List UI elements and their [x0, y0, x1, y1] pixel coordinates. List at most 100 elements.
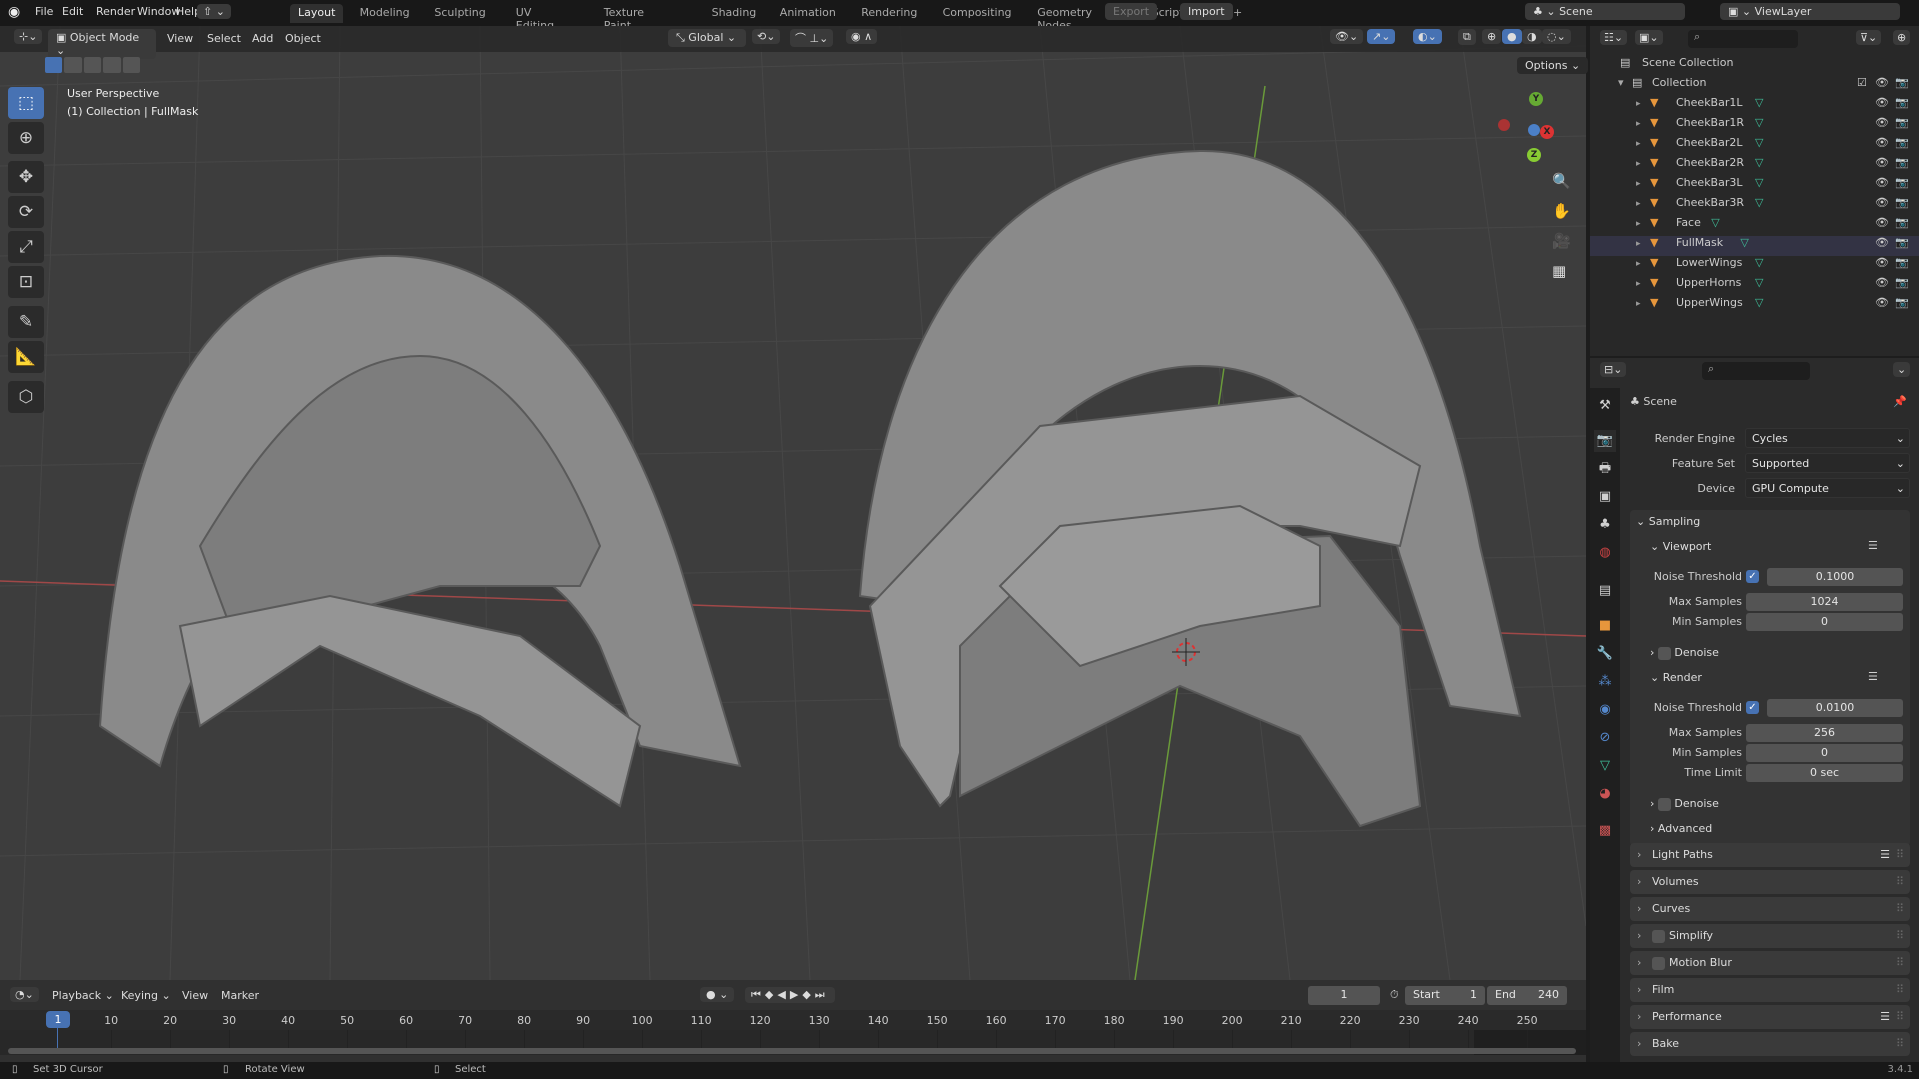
- vp-max-samples-field[interactable]: 1024: [1746, 593, 1903, 611]
- shading-rendered-icon[interactable]: ◌⌄: [1542, 29, 1571, 44]
- panel-film[interactable]: › Film ⠿: [1630, 978, 1910, 1002]
- select-box-tool-icon[interactable]: ⬚: [8, 87, 44, 119]
- outliner-scene-collection[interactable]: ▤ Scene Collection: [1590, 56, 1919, 76]
- eye-icon[interactable]: 👁: [1875, 276, 1889, 289]
- upload-icon[interactable]: ⇧ ⌄: [197, 4, 231, 19]
- outliner-item[interactable]: ▸ ▼ CheekBar2R ▽ 👁 📷: [1590, 156, 1919, 176]
- gizmo-toggle-icon[interactable]: ↗⌄: [1367, 29, 1396, 44]
- measure-tool-icon[interactable]: 📐: [8, 341, 44, 373]
- outliner-item[interactable]: ▸ ▼ CheekBar3R ▽ 👁 📷: [1590, 196, 1919, 216]
- scene-tab-icon[interactable]: ♣: [1594, 514, 1616, 536]
- gizmo-y[interactable]: Y: [1529, 92, 1543, 106]
- eye-icon[interactable]: 👁: [1875, 176, 1889, 189]
- start-frame-field[interactable]: Start 1: [1405, 986, 1485, 1005]
- outliner-item[interactable]: ▸ ▼ CheekBar3L ▽ 👁 📷: [1590, 176, 1919, 196]
- filter-icon[interactable]: ⊽⌄: [1856, 30, 1882, 45]
- render-tab-icon[interactable]: 📷: [1594, 430, 1616, 452]
- constraints-tab-icon[interactable]: ⊘: [1594, 727, 1616, 749]
- drag-handle-icon[interactable]: ⠿: [1896, 1032, 1904, 1056]
- vp-denoise-subpanel[interactable]: › Denoise: [1650, 646, 1719, 660]
- tab-animation[interactable]: Animation: [772, 4, 844, 23]
- end-frame-field[interactable]: End 240: [1487, 986, 1567, 1005]
- drag-handle-icon[interactable]: ⠿: [1896, 1005, 1904, 1029]
- presets-icon[interactable]: ☰: [1868, 539, 1878, 552]
- viewport-menu-add[interactable]: Add: [252, 32, 273, 45]
- prev-keyframe-icon[interactable]: ◆: [765, 988, 777, 1001]
- tab-rendering[interactable]: Rendering: [853, 4, 925, 23]
- tab-sculpting[interactable]: Sculpting: [426, 4, 493, 23]
- sampling-header[interactable]: ⌄ Sampling: [1636, 515, 1700, 528]
- add-cube-tool-icon[interactable]: ⬡: [8, 381, 44, 413]
- camera-icon[interactable]: 📷: [1895, 296, 1909, 309]
- camera-icon[interactable]: 📷: [1895, 236, 1909, 249]
- eye-icon[interactable]: 👁: [1875, 96, 1889, 109]
- options-dropdown[interactable]: Options ⌄: [1517, 57, 1589, 74]
- camera-icon[interactable]: 📷: [1895, 116, 1909, 129]
- presets-icon[interactable]: ☰: [1880, 1005, 1890, 1029]
- select-invert-icon[interactable]: [103, 57, 121, 73]
- tool-tab-icon[interactable]: ⚒: [1594, 395, 1616, 417]
- r-noise-threshold-field[interactable]: 0.0100: [1767, 699, 1903, 717]
- menu-window[interactable]: Window: [137, 5, 180, 18]
- pin-icon[interactable]: 📌: [1893, 395, 1907, 408]
- eye-icon[interactable]: 👁: [1875, 156, 1889, 169]
- texture-tab-icon[interactable]: ▩: [1594, 820, 1616, 842]
- panel-checkbox[interactable]: [1652, 956, 1665, 970]
- view-layer-tab-icon[interactable]: ▣: [1594, 486, 1616, 508]
- eye-icon[interactable]: 👁: [1875, 136, 1889, 149]
- r-max-samples-field[interactable]: 256: [1746, 724, 1903, 742]
- gizmo-x[interactable]: X: [1540, 125, 1554, 139]
- expand-icon[interactable]: ▸: [1636, 199, 1641, 209]
- outliner-item[interactable]: ▸ ▼ Face ▽ 👁 📷: [1590, 216, 1919, 236]
- viewport-subpanel-header[interactable]: ⌄ Viewport: [1650, 540, 1711, 553]
- drag-handle-icon[interactable]: ⠿: [1896, 870, 1904, 894]
- r-denoise-subpanel[interactable]: › Denoise: [1650, 797, 1719, 811]
- playhead[interactable]: 1: [46, 1011, 70, 1028]
- device-dropdown[interactable]: GPU Compute ⌄: [1745, 478, 1910, 498]
- 3d-viewport[interactable]: [0, 26, 1586, 980]
- drag-handle-icon[interactable]: ⠿: [1896, 978, 1904, 1002]
- camera-icon[interactable]: 📷: [1895, 256, 1909, 269]
- object-tab-icon[interactable]: ■: [1594, 615, 1616, 637]
- eye-icon[interactable]: 👁: [1875, 216, 1889, 229]
- play-reverse-icon[interactable]: ◀: [777, 988, 789, 1001]
- scene-selector[interactable]: ♣ ⌄ Scene: [1525, 3, 1685, 20]
- tab-shading[interactable]: Shading: [704, 4, 765, 23]
- cursor-tool-icon[interactable]: ⊕: [8, 122, 44, 154]
- presets-icon[interactable]: ☰: [1868, 670, 1878, 683]
- properties-options-icon[interactable]: ⌄: [1893, 362, 1911, 377]
- eye-icon[interactable]: 👁: [1875, 256, 1889, 269]
- next-keyframe-icon[interactable]: ◆: [802, 988, 814, 1001]
- gizmo-neg-x[interactable]: [1498, 119, 1510, 131]
- expand-icon[interactable]: ▸: [1636, 299, 1641, 309]
- timeline-menu-keying[interactable]: Keying ⌄: [121, 989, 171, 1002]
- outliner-search-input[interactable]: ⌕: [1688, 30, 1798, 48]
- feature-set-dropdown[interactable]: Supported ⌄: [1745, 453, 1910, 473]
- drag-handle-icon[interactable]: ⠿: [1896, 924, 1904, 948]
- expand-icon[interactable]: ▸: [1636, 239, 1641, 249]
- outliner-item[interactable]: ▸ ▼ CheekBar2L ▽ 👁 📷: [1590, 136, 1919, 156]
- timeline-editor-type-icon[interactable]: ◔⌄: [10, 987, 39, 1002]
- r-noise-threshold-checkbox[interactable]: ✓: [1746, 701, 1759, 714]
- timeline-menu-playback[interactable]: Playback ⌄: [52, 989, 114, 1002]
- pivot-icon[interactable]: ⟲⌄: [752, 29, 781, 44]
- proportional-edit-icon[interactable]: ◉ ∧: [846, 29, 878, 44]
- new-collection-icon[interactable]: ⊕: [1893, 30, 1911, 45]
- vp-noise-threshold-field[interactable]: 0.1000: [1767, 568, 1903, 586]
- panel-volumes[interactable]: › Volumes ⠿: [1630, 870, 1910, 894]
- properties-editor-type-icon[interactable]: ⊟⌄: [1600, 362, 1627, 377]
- outliner-item[interactable]: ▸ ▼ CheekBar1R ▽ 👁 📷: [1590, 116, 1919, 136]
- panel-bake[interactable]: › Bake ⠿: [1630, 1032, 1910, 1056]
- timeline-scrollbar[interactable]: [8, 1048, 1576, 1054]
- outliner-item[interactable]: ▸ ▼ CheekBar1L ▽ 👁 📷: [1590, 96, 1919, 116]
- zoom-view-icon[interactable]: 🔍: [1552, 172, 1571, 190]
- camera-icon[interactable]: 📷: [1895, 76, 1909, 89]
- xray-icon[interactable]: ⧉: [1458, 29, 1476, 45]
- play-icon[interactable]: ▶: [790, 988, 802, 1001]
- material-tab-icon[interactable]: ◕: [1594, 783, 1616, 805]
- expand-icon[interactable]: ▸: [1636, 279, 1641, 289]
- viewport-menu-select[interactable]: Select: [207, 32, 241, 45]
- menu-edit[interactable]: Edit: [62, 5, 83, 18]
- eye-icon[interactable]: 👁: [1875, 236, 1889, 249]
- outliner-item[interactable]: ▸ ▼ FullMask ▽ 👁 📷: [1590, 236, 1919, 256]
